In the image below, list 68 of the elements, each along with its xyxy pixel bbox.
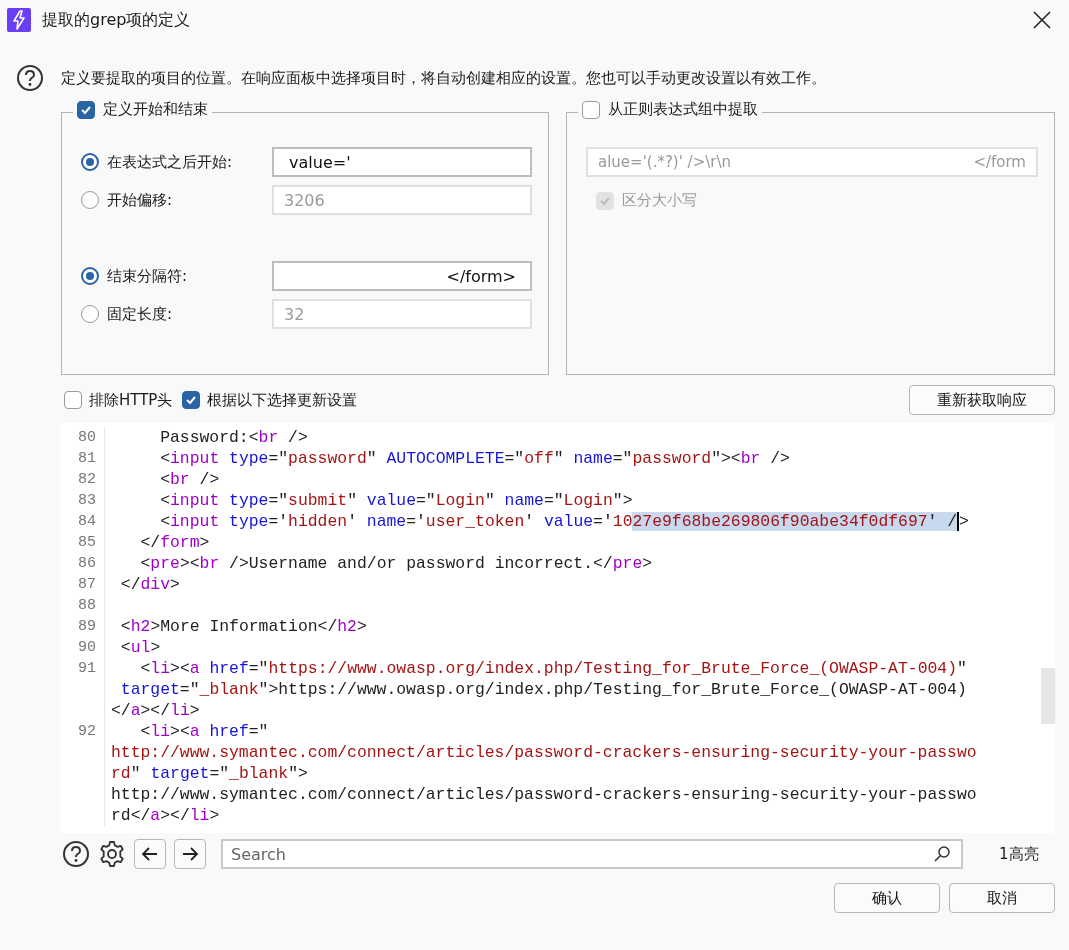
line-number: 92 [60,721,105,742]
line-number: 88 [60,595,105,616]
line-number: 91 [60,658,105,679]
checkbox-label: 定义开始和结束 [103,100,208,119]
checkbox[interactable] [182,391,201,409]
line-number: 87 [60,574,105,595]
settings-icon[interactable] [98,840,126,868]
code-line: </form> [139,532,210,553]
code-line: http://www.symantec.com/connect/articles/password-crackers-ensuring-security-your-passwo [111,742,977,763]
radio-label: 固定长度: [107,304,173,324]
code-line: </a></li> [111,700,200,721]
code-line: http://www.symantec.com/connect/articles/password-crackers-ensuring-security-your-passwo [111,784,977,805]
radio-button[interactable] [81,191,99,209]
code-line: </div> [119,574,180,595]
forward-button[interactable] [174,839,206,869]
input-field[interactable]: value=' [272,147,532,177]
code-line: rd</a></li> [111,805,220,826]
radio-button[interactable] [81,305,99,323]
search-field[interactable]: Search [221,839,963,869]
lightning-icon [7,8,31,32]
info-text: 定义要提取的项目的位置。在响应面板中选择项目时，将自动创建相应的设置。您也可以手动更改设置以有效工作。 [61,68,826,88]
radio-button[interactable] [81,153,99,171]
radio-label: 在表达式之后开始: [107,152,233,172]
scrollbar-thumb[interactable] [1041,668,1055,724]
line-number: 90 [60,637,105,658]
window-title: 提取的grep项的定义 [42,9,192,31]
radio-label: 开始偏移: [107,190,173,210]
code-line: <input type='hidden' name='user_token' value='1027e9f68be269806f90abe34f0df697' /> [159,511,969,532]
cancel-button[interactable]: 取消 [949,883,1055,913]
code-line: <ul> [119,637,161,658]
code-line: <br /> [159,469,220,490]
line-number: 84 [60,511,105,532]
radio-label: 结束分隔符: [107,266,188,286]
right-arrow-icon [181,845,199,863]
line-number: 86 [60,553,105,574]
search-icon [933,845,951,863]
code-line: <input type="password" AUTOCOMPLETE="off" name="password"><br /> [159,448,790,469]
code-line: target="_blank">https://www.owasp.org/index.php/Testing_for_Brute_Force_(OWASP-AT-004) [119,679,967,700]
radio-button[interactable] [81,267,99,285]
line-number: 89 [60,616,105,637]
code-line: <li><a href=" [139,721,269,742]
line-number: 82 [60,469,105,490]
line-number: 85 [60,532,105,553]
line-number: 80 [60,427,105,448]
code-line: <input type="submit" value="Login" name="Login"> [159,490,633,511]
checkbox-label: 排除HTTP头 [89,390,173,410]
code-line: <li><a href="https://www.owasp.org/index.php/Testing_for_Brute_Force_(OWASP-AT-004)" [139,658,967,679]
help-icon [16,64,44,92]
checkbox-label: 根据以下选择更新设置 [207,390,358,410]
back-button[interactable] [134,839,166,869]
line-number: 83 [60,490,105,511]
line-number: 81 [60,448,105,469]
code-line: <h2>More Information</h2> [119,616,367,637]
refetch-button[interactable]: 重新获取响应 [909,385,1055,415]
checkbox-label: 区分大小写 [622,191,697,210]
checkbox[interactable] [64,391,82,409]
left-arrow-icon [141,845,159,863]
match-count: 1高亮 [999,844,1039,864]
confirm-button[interactable]: 确认 [834,883,940,913]
code-line: rd" target="_blank"> [111,763,308,784]
help-icon[interactable] [62,840,90,868]
code-line: Password:<br /> [159,427,308,448]
checkbox[interactable] [77,100,95,119]
input-field[interactable]: </form> [272,261,532,291]
code-line: <pre><br />Username and/or password incorrect.</pre> [139,553,653,574]
checkbox-label: 从正则表达式组中提取 [608,100,758,119]
checkbox[interactable] [582,100,600,119]
close-icon[interactable] [1033,11,1051,29]
